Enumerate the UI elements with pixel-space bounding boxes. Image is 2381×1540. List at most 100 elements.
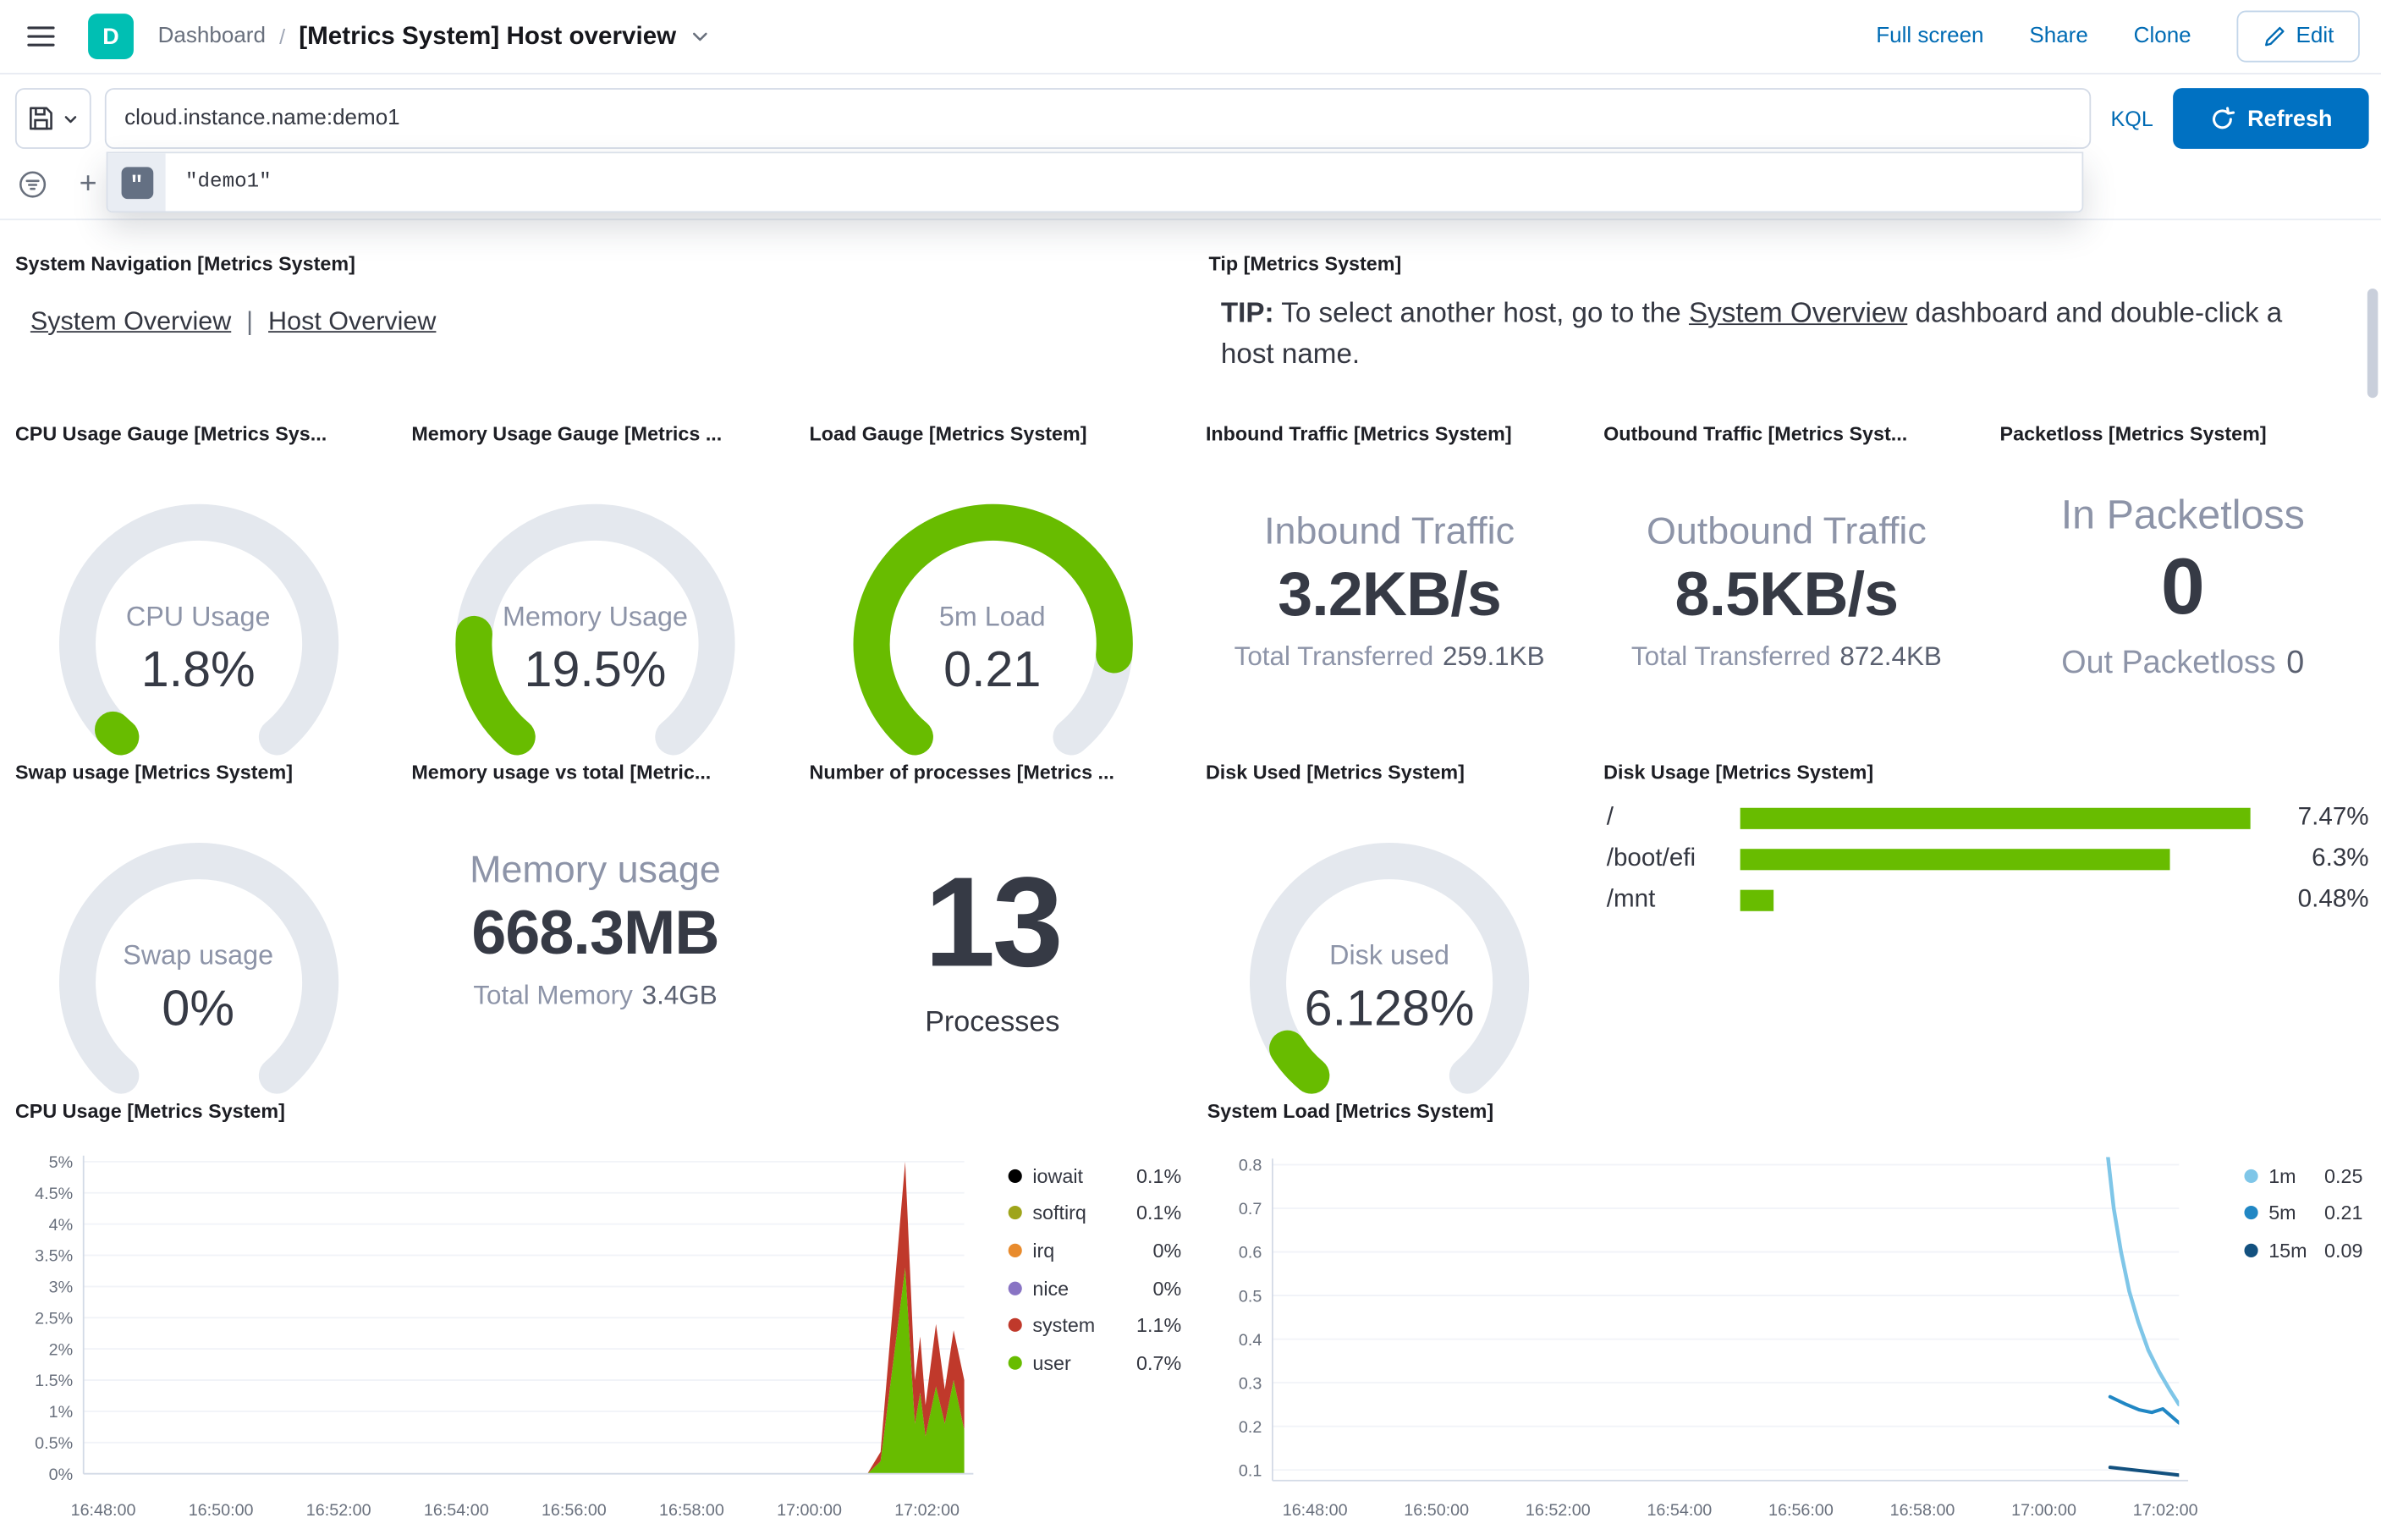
- gauge-label: Disk used: [1329, 939, 1450, 971]
- y-axis-label: 0.2: [1239, 1418, 1262, 1437]
- legend-dot: [1008, 1243, 1022, 1257]
- disk-usage-value: 7.47%: [2297, 803, 2369, 831]
- processes-value: 13: [924, 850, 1064, 993]
- metric-subtitle: Total Transferred 872.4KB: [1631, 641, 1942, 673]
- breadcrumb-dashboard[interactable]: Dashboard: [158, 25, 266, 49]
- legend-value: 0.25: [2324, 1164, 2363, 1188]
- legend-dot: [2244, 1206, 2258, 1220]
- legend-item[interactable]: system 1.1%: [1008, 1306, 1181, 1344]
- x-axis-label: 16:56:00: [542, 1501, 607, 1520]
- clone-button[interactable]: Clone: [2134, 25, 2191, 49]
- legend-item[interactable]: irq 0%: [1008, 1232, 1181, 1269]
- scrollbar-thumb[interactable]: [2367, 288, 2378, 399]
- y-axis-label: 0.5: [1239, 1287, 1262, 1306]
- disk-mount-label: /mnt: [1606, 885, 1656, 913]
- panel-title[interactable]: Tip [Metrics System]: [1209, 252, 1402, 275]
- load-gauge: 5m Load 0.21: [840, 492, 1144, 795]
- legend-item[interactable]: 1m 0.25: [2244, 1158, 2362, 1195]
- refresh-icon: [2213, 106, 2235, 129]
- share-button[interactable]: Share: [2029, 25, 2087, 49]
- panel-title[interactable]: CPU Usage Gauge [Metrics Sys...: [15, 422, 327, 445]
- panel-title[interactable]: Load Gauge [Metrics System]: [810, 422, 1087, 445]
- line-series-1m: [2106, 1157, 2180, 1407]
- add-filter-button[interactable]: +: [73, 167, 103, 200]
- panel-title[interactable]: System Navigation [Metrics System]: [15, 252, 355, 275]
- panel-load-gauge: Load Gauge [Metrics System] 5m Load 0.21: [795, 413, 1190, 756]
- suggestion-text: "demo1": [184, 170, 272, 194]
- query-language-button[interactable]: KQL: [2104, 107, 2159, 131]
- pencil-icon: [2265, 25, 2285, 46]
- nav-link-system-overview[interactable]: System Overview: [30, 307, 231, 338]
- metric-subtitle: Total Transferred 259.1KB: [1234, 641, 1545, 673]
- gauge-label: 5m Load: [938, 601, 1046, 632]
- x-axis-label: 17:00:00: [777, 1501, 842, 1520]
- legend-item[interactable]: 5m 0.21: [2244, 1195, 2362, 1232]
- disk-usage-bar: [1740, 888, 1773, 910]
- metric-sub-label: Total Transferred: [1234, 641, 1434, 672]
- deployment-logo[interactable]: D: [88, 14, 134, 59]
- suggestion-item[interactable]: " "demo1": [107, 153, 2082, 212]
- panel-system-navigation: System Navigation [Metrics System] Syste…: [0, 243, 1185, 404]
- nav-link-host-overview[interactable]: Host Overview: [268, 307, 436, 338]
- query-input[interactable]: [124, 106, 2071, 131]
- x-axis-label: 16:50:00: [1404, 1501, 1469, 1520]
- disk-used-gauge: Disk used 6.128%: [1238, 831, 1542, 1135]
- metric-sub-label: Total Memory: [473, 979, 633, 1010]
- x-axis-label: 16:58:00: [1890, 1501, 1955, 1520]
- legend-label: irq: [1032, 1239, 1055, 1262]
- breadcrumb-separator: /: [279, 24, 286, 49]
- y-axis-label: 0%: [49, 1466, 74, 1484]
- x-axis-label: 17:00:00: [2011, 1501, 2076, 1520]
- saved-query-menu-button[interactable]: [14, 88, 91, 149]
- panel-disk-used-gauge: Disk Used [Metrics System] Disk used 6.1…: [1190, 751, 1588, 1094]
- filter-menu-button[interactable]: [19, 169, 47, 198]
- menu-icon: [27, 26, 55, 47]
- gauge-label: CPU Usage: [125, 601, 271, 632]
- gauge-value: 0%: [162, 979, 234, 1036]
- panel-swap-usage-gauge: Swap usage [Metrics System] Swap usage 0…: [0, 751, 396, 1094]
- metric-sub-value: 3.4GB: [641, 979, 718, 1010]
- system-overview-link[interactable]: System Overview: [1689, 296, 1907, 328]
- metric-subtitle: Total Memory 3.4GB: [473, 980, 717, 1012]
- metric-sub-label: Total Transferred: [1630, 641, 1831, 672]
- panel-title[interactable]: Disk Usage [Metrics System]: [1603, 761, 1873, 784]
- tip-prefix: TIP:: [1220, 295, 1274, 328]
- processes-label: Processes: [925, 1006, 1060, 1039]
- legend-item[interactable]: nice 0%: [1008, 1269, 1181, 1306]
- full-screen-button[interactable]: Full screen: [1876, 25, 1983, 49]
- value-token-icon: ": [120, 166, 153, 199]
- legend-item[interactable]: user 0.7%: [1008, 1344, 1181, 1381]
- disk-usage-row: /mnt 0.48%: [1607, 879, 2369, 920]
- menu-button[interactable]: [15, 11, 67, 63]
- legend-label: system: [1032, 1313, 1096, 1337]
- processes-metric: 13 Processes: [795, 858, 1190, 1040]
- y-axis-label: 4.5%: [35, 1185, 73, 1203]
- legend-item[interactable]: 15m 0.09: [2244, 1232, 2362, 1269]
- disk-usage-value: 0.48%: [2297, 885, 2369, 913]
- legend-value: 0.1%: [1136, 1164, 1182, 1188]
- panel-outbound-traffic: Outbound Traffic [Metrics Syst... Outbou…: [1588, 413, 1984, 751]
- x-axis-label: 17:02:00: [2133, 1501, 2198, 1520]
- metric-label: Outbound Traffic: [1646, 509, 1927, 553]
- panel-title[interactable]: Memory Usage Gauge [Metrics ...: [411, 422, 722, 445]
- chevron-down-icon[interactable]: [690, 26, 711, 47]
- disk-usage-value: 6.3%: [2312, 844, 2369, 872]
- disk-usage-bar: [1740, 806, 2251, 828]
- gauge-text: CPU Usage 1.8%: [47, 492, 350, 795]
- disk-usage-row: / 7.47%: [1607, 797, 2369, 838]
- panel-title[interactable]: Disk Used [Metrics System]: [1206, 761, 1465, 784]
- metric-sub-value: 872.4KB: [1839, 641, 1942, 672]
- packetloss-metric: In Packetloss 0 Out Packetloss 0: [1985, 492, 2381, 681]
- x-axis-label: 16:48:00: [71, 1501, 136, 1520]
- panel-title[interactable]: Packetloss [Metrics System]: [2000, 422, 2267, 445]
- legend-item[interactable]: softirq 0.1%: [1008, 1195, 1181, 1232]
- panel-title[interactable]: Outbound Traffic [Metrics Syst...: [1603, 422, 1907, 445]
- swap-usage-gauge: Swap usage 0%: [47, 831, 350, 1135]
- y-axis-label: 5%: [49, 1153, 74, 1172]
- legend-item[interactable]: iowait 0.1%: [1008, 1158, 1182, 1195]
- panel-title[interactable]: Inbound Traffic [Metrics System]: [1206, 422, 1512, 445]
- edit-button[interactable]: Edit: [2236, 10, 2360, 63]
- refresh-button-label: Refresh: [2247, 105, 2333, 132]
- refresh-button[interactable]: Refresh: [2173, 88, 2369, 149]
- x-axis-label: 16:56:00: [1768, 1501, 1834, 1520]
